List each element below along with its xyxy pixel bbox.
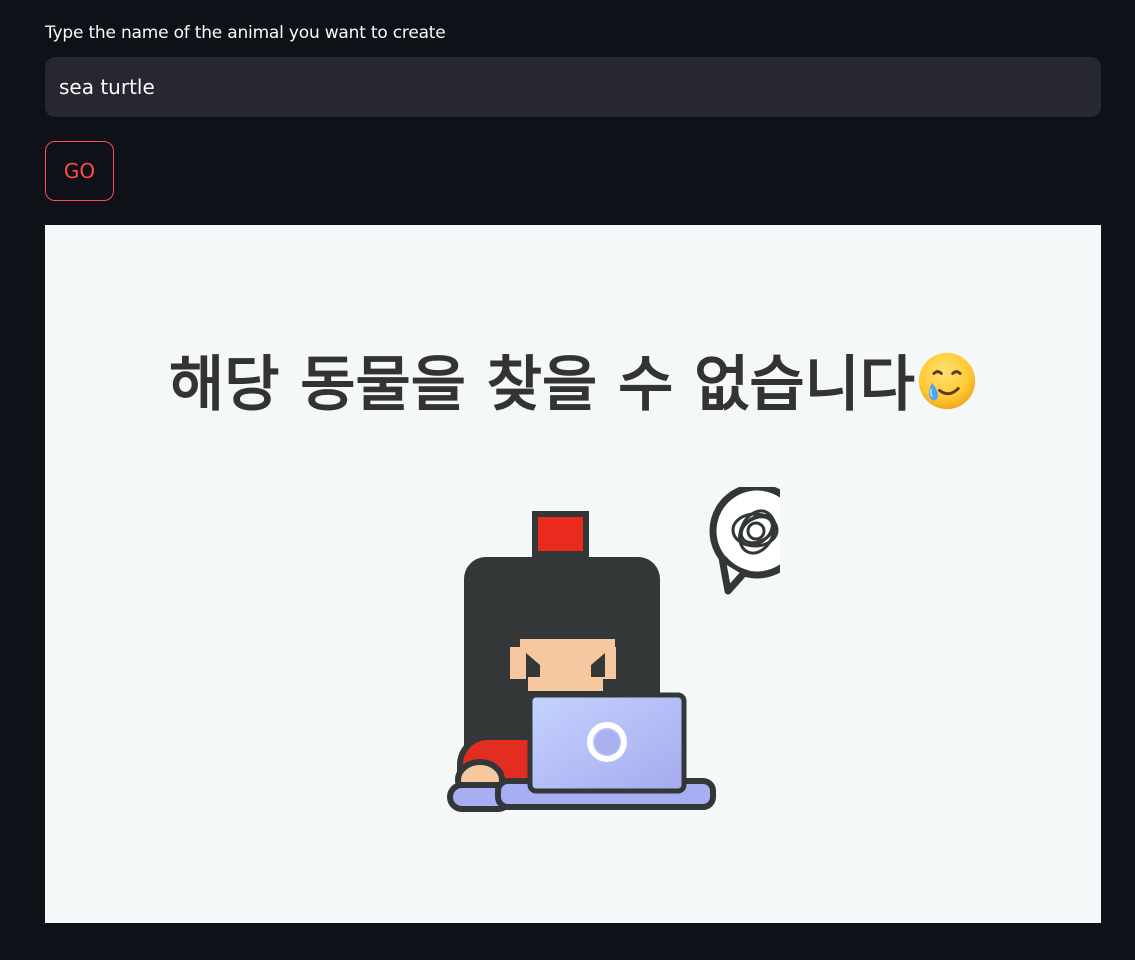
not-found-message: 해당 동물을 찾을 수 없습니다 — [45, 343, 1101, 427]
app-root: Type the name of the animal you want to … — [0, 0, 1135, 960]
animal-name-label: Type the name of the animal you want to … — [45, 23, 446, 43]
smiling-face-with-tear-icon — [918, 352, 976, 410]
not-found-message-text: 해당 동물을 찾을 수 없습니다 — [169, 350, 915, 420]
confused-person-at-laptop-icon — [447, 487, 780, 812]
animal-name-input[interactable] — [45, 57, 1101, 117]
go-button[interactable]: GO — [45, 141, 114, 201]
result-panel: 해당 동물을 찾을 수 없습니다 — [45, 225, 1101, 923]
